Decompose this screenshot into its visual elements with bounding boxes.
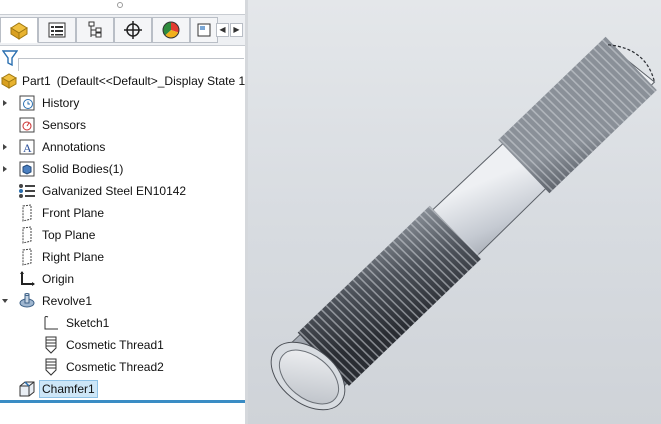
featuremanager-tab[interactable] xyxy=(0,17,38,43)
svg-text:A: A xyxy=(23,141,32,155)
cosmetic-thread-icon xyxy=(42,358,60,376)
feature-manager-panel: ◀ ▶ Part1 (Default<<Default>_Display Sta… xyxy=(0,0,245,424)
plane-icon xyxy=(18,204,36,222)
origin-icon xyxy=(18,270,36,288)
tree-item-label: Annotations xyxy=(42,140,106,154)
solid-bodies-icon xyxy=(18,160,36,178)
tree-root-part[interactable]: Part1 (Default<<Default>_Display State 1… xyxy=(0,70,245,92)
tree-item-sketch1[interactable]: Sketch1 xyxy=(20,312,109,334)
grip-dot[interactable] xyxy=(117,2,123,8)
tree-item-front-plane[interactable]: Front Plane xyxy=(0,202,104,224)
tab-scroll-left-button[interactable]: ◀ xyxy=(216,23,229,37)
expand-arrow-icon[interactable] xyxy=(0,136,10,158)
tree-item-label: Cosmetic Thread2 xyxy=(66,360,164,374)
sketch-icon xyxy=(42,314,60,332)
tree-item-label: Sketch1 xyxy=(66,316,110,330)
cosmetic-thread-icon xyxy=(42,336,60,354)
tree-item-label: Chamfer1 xyxy=(39,380,98,398)
tree-item-cosmetic-thread1[interactable]: Cosmetic Thread1 xyxy=(20,334,164,356)
tree-item-label: Front Plane xyxy=(42,206,105,220)
plane-icon xyxy=(18,226,36,244)
panel-grip[interactable] xyxy=(0,0,245,12)
threaded-rod-model[interactable] xyxy=(248,0,661,424)
part-name: Part1 xyxy=(22,74,51,88)
tree-item-label: Top Plane xyxy=(42,228,96,242)
annotations-icon: A xyxy=(18,138,36,156)
propertymanager-icon xyxy=(48,22,66,38)
tree-item-label: Revolve1 xyxy=(42,294,93,308)
configurationmanager-tab[interactable] xyxy=(76,17,114,43)
chamfer-icon xyxy=(18,380,36,398)
dimxpert-icon xyxy=(124,21,142,39)
tab-scroll-right-button[interactable]: ▶ xyxy=(230,23,243,37)
tree-item-annotations[interactable]: A Annotations xyxy=(0,136,105,158)
displaymanager-icon xyxy=(162,21,180,39)
tree-item-label: Cosmetic Thread1 xyxy=(66,338,164,352)
collapse-arrow-icon[interactable] xyxy=(0,290,10,312)
featuremanager-icon xyxy=(10,22,28,40)
tree-item-chamfer1[interactable]: Chamfer1 xyxy=(0,378,98,400)
expand-arrow-icon[interactable] xyxy=(0,158,10,180)
tree-item-sensors[interactable]: Sensors xyxy=(0,114,86,136)
tree-item-label: History xyxy=(42,96,80,110)
tree-item-label: Solid Bodies(1) xyxy=(42,162,124,176)
expand-arrow-icon[interactable] xyxy=(0,92,10,114)
tree-item-material[interactable]: Galvanized Steel EN10142 xyxy=(0,180,186,202)
displaymanager-tab[interactable] xyxy=(152,17,190,43)
propertymanager-tab[interactable] xyxy=(38,17,76,43)
tree-item-label: Sensors xyxy=(42,118,87,132)
panel-tab-icon xyxy=(197,23,211,37)
sensors-icon xyxy=(18,116,36,134)
tree-item-cosmetic-thread2[interactable]: Cosmetic Thread2 xyxy=(20,356,164,378)
filter-icon[interactable] xyxy=(2,49,18,67)
tree-item-origin[interactable]: Origin xyxy=(0,268,74,290)
history-icon xyxy=(18,94,36,112)
tree-item-label: Origin xyxy=(42,272,75,286)
part-config: (Default<<Default>_Display State 1> xyxy=(56,74,245,88)
overflow-tab[interactable] xyxy=(190,17,218,43)
tree-item-right-plane[interactable]: Right Plane xyxy=(0,246,104,268)
rollback-bar[interactable] xyxy=(0,400,245,403)
tree-item-solid-bodies[interactable]: Solid Bodies(1) xyxy=(0,158,123,180)
filter-row xyxy=(0,46,245,71)
tree-item-label: Galvanized Steel EN10142 xyxy=(42,184,187,198)
dimxpertmanager-tab[interactable] xyxy=(114,17,152,43)
configurationmanager-icon xyxy=(88,21,102,38)
part-icon xyxy=(0,72,18,90)
tree-item-top-plane[interactable]: Top Plane xyxy=(0,224,95,246)
tree-item-label: Right Plane xyxy=(42,250,105,264)
material-icon xyxy=(18,182,36,200)
revolve-icon xyxy=(18,292,36,310)
plane-icon xyxy=(18,248,36,266)
graphics-viewport[interactable] xyxy=(248,0,661,424)
manager-tab-bar: ◀ ▶ xyxy=(0,14,245,46)
tree-item-history[interactable]: History xyxy=(0,92,79,114)
tree-item-revolve1[interactable]: Revolve1 xyxy=(0,290,92,312)
